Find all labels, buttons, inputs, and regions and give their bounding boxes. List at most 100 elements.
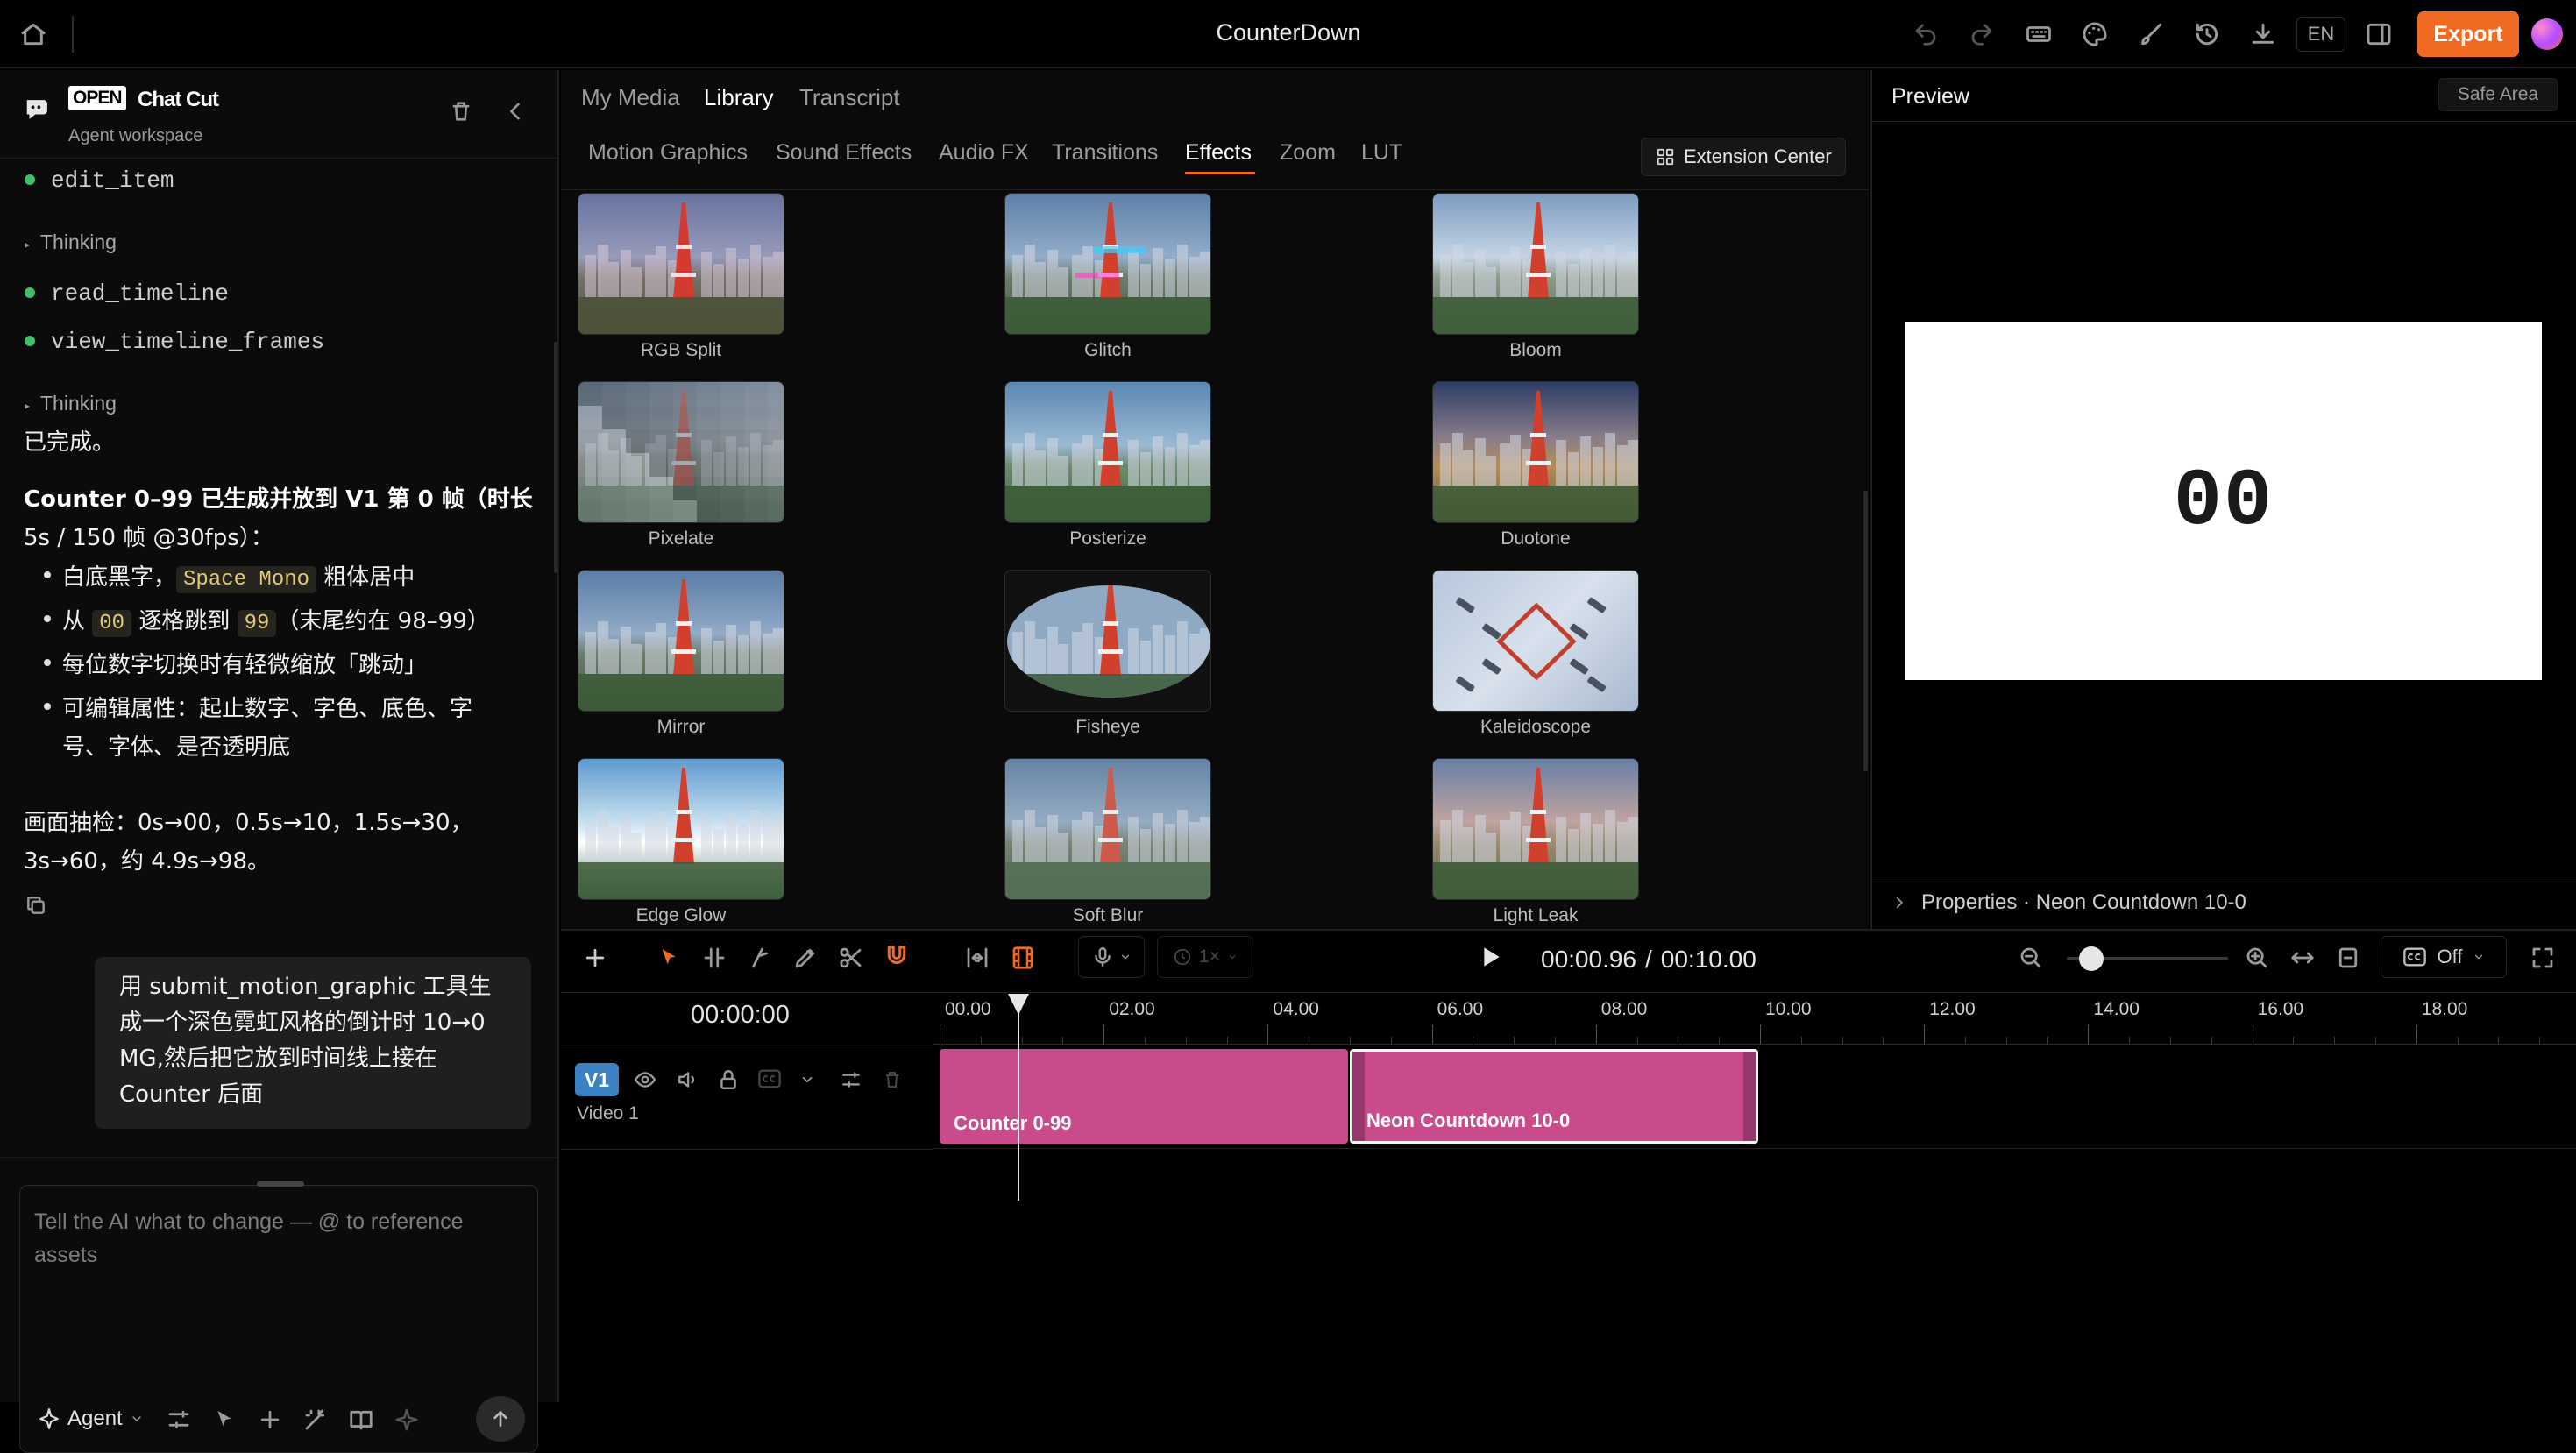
extension-center-button[interactable]: Extension Center (1641, 138, 1846, 176)
captions-track-icon[interactable] (757, 1068, 782, 1089)
timeline-clip[interactable]: Counter 0-99 (940, 1049, 1348, 1144)
filmstrip-icon[interactable] (1010, 945, 1036, 971)
track-badge[interactable]: V1 (575, 1063, 619, 1096)
collapse-panel-icon[interactable] (503, 99, 528, 124)
copy-icon[interactable] (25, 894, 47, 917)
chevron-down-icon[interactable] (799, 1072, 815, 1088)
agent-mode-select[interactable]: Agent (38, 1403, 144, 1435)
tab-library[interactable]: Library (704, 84, 773, 111)
thinking-toggle[interactable]: Thinking (40, 392, 117, 415)
tool-call-item[interactable]: read_timeline (51, 280, 229, 307)
captions-select[interactable]: Off (2381, 936, 2507, 978)
volume-icon[interactable] (675, 1068, 699, 1091)
subtab-audio-fx[interactable]: Audio FX (939, 140, 1029, 166)
fullscreen-icon[interactable] (2530, 945, 2556, 971)
chevron-down-icon (1121, 954, 1130, 960)
effect-thumbnail-pixelate[interactable] (578, 381, 784, 523)
safe-area-button[interactable]: Safe Area (2438, 78, 2558, 111)
mic-select[interactable] (1078, 936, 1145, 978)
tool-call-item[interactable]: view_timeline_frames (51, 329, 324, 355)
effect-thumbnail-bloom[interactable] (1432, 193, 1639, 335)
playhead[interactable] (1007, 994, 1029, 1201)
library-scrollbar[interactable] (1863, 491, 1868, 771)
clip-trim-handle[interactable] (1352, 1052, 1365, 1141)
magnet-icon[interactable] (884, 943, 910, 969)
trash-icon[interactable] (449, 99, 473, 124)
expand-icon[interactable]: ▸ (25, 238, 30, 251)
scissors-icon[interactable] (838, 945, 864, 971)
sidebar-toggle-icon[interactable] (2365, 20, 2393, 48)
star-icon[interactable] (394, 1407, 420, 1433)
download-icon[interactable] (2249, 20, 2277, 48)
subtab-transitions[interactable]: Transitions (1052, 140, 1158, 166)
clip-trim-handle[interactable] (1743, 1052, 1756, 1141)
properties-toggle[interactable]: Properties · Neon Countdown 10-0 (1891, 890, 2246, 915)
chat-input[interactable]: Tell the AI what to change — @ to refere… (34, 1205, 525, 1272)
home-icon[interactable] (19, 20, 47, 48)
tab-transcript[interactable]: Transcript (799, 84, 900, 111)
zoom-slider[interactable] (2067, 946, 2228, 971)
effect-thumbnail-soft-blur[interactable] (1004, 758, 1211, 900)
redo-icon[interactable] (1969, 21, 1995, 47)
effect-thumbnail-fisheye[interactable] (1004, 570, 1211, 712)
subtab-effects[interactable]: Effects (1185, 140, 1252, 166)
effect-thumbnail-glitch[interactable] (1004, 193, 1211, 335)
eye-icon[interactable] (633, 1068, 657, 1091)
chat-scrollbar[interactable] (554, 342, 557, 573)
track-settings-icon[interactable] (840, 1068, 862, 1091)
plus-icon[interactable] (257, 1407, 283, 1433)
mic-icon (1095, 947, 1111, 967)
play-button[interactable] (1476, 943, 1504, 971)
subtab-motion-graphics[interactable]: Motion Graphics (588, 140, 748, 166)
resize-handle[interactable] (257, 1181, 304, 1187)
keyboard-icon[interactable] (2025, 21, 2053, 47)
palette-icon[interactable] (2081, 20, 2109, 48)
avatar[interactable] (2531, 18, 2563, 50)
tab-my-media[interactable]: My Media (581, 84, 680, 111)
effect-thumbnail-rgb-split[interactable] (578, 193, 784, 335)
language-button[interactable]: EN (2296, 17, 2345, 52)
pointer-icon[interactable] (211, 1407, 238, 1433)
brush-icon[interactable] (2137, 20, 2165, 48)
zoom-in-icon[interactable] (2244, 945, 2270, 971)
trim-tool-icon[interactable] (701, 945, 727, 971)
playhead-handle[interactable] (1007, 994, 1029, 1015)
preview-canvas[interactable]: 00 (1905, 322, 2542, 680)
bullet-item: 白底黑字， Space Mono 粗体居中 (62, 564, 415, 593)
effect-thumbnail-duotone[interactable] (1432, 381, 1639, 523)
effect-thumbnail-posterize[interactable] (1004, 381, 1211, 523)
pen-tool-icon[interactable] (792, 945, 819, 971)
frame-icon[interactable] (2335, 945, 2361, 971)
thinking-toggle[interactable]: Thinking (40, 230, 117, 254)
subtab-lut[interactable]: LUT (1361, 140, 1402, 166)
zoom-out-icon[interactable] (2018, 945, 2044, 971)
razor-tool-icon[interactable] (747, 945, 773, 971)
export-button[interactable]: Export (2417, 11, 2519, 57)
ruler-tick (1924, 1024, 1926, 1044)
subtab-sound-effects[interactable]: Sound Effects (776, 140, 912, 166)
sliders-icon[interactable] (166, 1407, 192, 1433)
undo-icon[interactable] (1912, 21, 1939, 47)
time-ruler[interactable]: 00.00 02.00 04.00 06.00 08.00 10.00 12.00 14.00… (933, 994, 2576, 1045)
effect-thumbnail-mirror[interactable] (578, 570, 784, 712)
add-track-icon[interactable] (582, 945, 608, 971)
zoom-slider-knob[interactable] (2078, 946, 2104, 971)
book-icon[interactable] (348, 1407, 374, 1433)
speed-select[interactable]: 1× (1157, 936, 1253, 978)
lock-icon[interactable] (717, 1068, 740, 1091)
timeline-clip[interactable]: Neon Countdown 10-0 (1350, 1049, 1758, 1144)
fit-icon[interactable] (964, 945, 990, 971)
history-icon[interactable] (2193, 20, 2221, 48)
time-display: 00:00.96 / 00:10.00 (1541, 946, 1756, 973)
track-delete-icon[interactable] (882, 1068, 903, 1091)
fit-width-icon[interactable] (2289, 945, 2316, 971)
select-tool-icon[interactable] (656, 945, 682, 971)
effect-thumbnail-light-leak[interactable] (1432, 758, 1639, 900)
tool-call-item[interactable]: edit_item (51, 167, 174, 194)
expand-icon[interactable]: ▸ (25, 400, 30, 412)
effect-thumbnail-edge-glow[interactable] (578, 758, 784, 900)
magic-wand-icon[interactable] (302, 1407, 329, 1433)
effect-thumbnail-kaleidoscope[interactable] (1432, 570, 1639, 712)
subtab-zoom[interactable]: Zoom (1280, 140, 1336, 166)
send-button[interactable] (476, 1396, 525, 1442)
